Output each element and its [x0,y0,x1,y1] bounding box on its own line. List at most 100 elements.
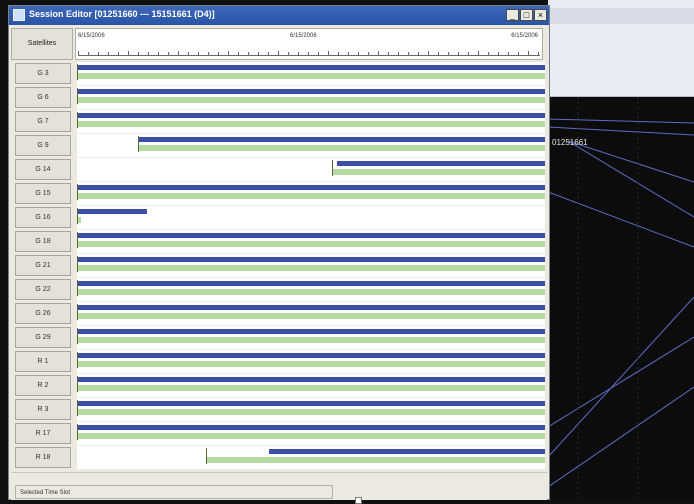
satellite-label[interactable]: G 18 [15,231,71,252]
satellites-column-header[interactable]: Satellites [11,28,73,60]
green-session-bar[interactable] [205,457,545,463]
satellite-label[interactable]: G 6 [15,87,71,108]
table-row[interactable]: R 1 [11,350,545,373]
table-row[interactable]: G 26 [11,302,545,325]
blue-session-bar[interactable] [77,425,545,430]
time-label-mid: 6/15/2006 [290,33,317,39]
satellite-track[interactable] [77,206,545,229]
table-row[interactable]: G 14 [11,158,545,181]
green-session-bar[interactable] [77,409,545,415]
blue-session-bar[interactable] [77,353,545,358]
satellite-label[interactable]: G 14 [15,159,71,180]
blue-session-bar[interactable] [77,401,545,406]
table-row[interactable]: G 21 [11,254,545,277]
green-session-bar[interactable] [77,385,545,391]
satellite-label[interactable]: G 21 [15,255,71,276]
satellite-label[interactable]: G 15 [15,183,71,204]
table-row[interactable]: R 17 [11,422,545,445]
green-session-bar[interactable] [77,121,545,127]
satellite-track[interactable] [77,230,545,253]
satellite-label[interactable]: G 9 [15,135,71,156]
satellite-track[interactable] [77,350,545,373]
table-row[interactable]: G 6 [11,86,545,109]
green-session-bar[interactable] [77,337,545,343]
blue-session-bar[interactable] [77,305,545,310]
satellite-track[interactable] [77,446,545,469]
satellite-track[interactable] [77,374,545,397]
satellite-label[interactable]: R 1 [15,351,71,372]
close-button[interactable]: × [534,9,547,21]
satellite-label[interactable]: R 17 [15,423,71,444]
green-session-bar[interactable] [137,145,545,151]
blue-session-bar[interactable] [77,113,545,118]
blue-session-bar[interactable] [77,281,545,286]
green-session-bar[interactable] [77,265,545,271]
table-row[interactable]: G 15 [11,182,545,205]
satellite-label[interactable]: G 3 [15,63,71,84]
session-editor-window[interactable]: Session Editor [01251660 --- 15151661 (D… [8,5,550,504]
satellite-track[interactable] [77,302,545,325]
ruler-tick [378,51,379,55]
blue-session-bar[interactable] [77,233,545,238]
satellite-track[interactable] [77,134,545,157]
green-session-bar[interactable] [77,193,545,199]
background-plot-lines [548,97,694,500]
satellite-track[interactable] [77,422,545,445]
blue-session-bar[interactable] [77,185,545,190]
blue-session-bar[interactable] [137,137,545,142]
table-row[interactable]: G 18 [11,230,545,253]
satellite-label[interactable]: G 26 [15,303,71,324]
satellite-track[interactable] [77,62,545,85]
option-checkbox[interactable] [355,497,362,504]
minimize-button[interactable]: _ [506,9,519,21]
blue-session-bar[interactable] [77,257,545,262]
satellite-label[interactable]: R 2 [15,375,71,396]
satellite-track[interactable] [77,254,545,277]
satellite-label[interactable]: G 22 [15,279,71,300]
satellite-track[interactable] [77,182,545,205]
blue-session-bar[interactable] [77,377,545,382]
green-session-bar[interactable] [77,361,545,367]
green-session-bar[interactable] [77,241,545,247]
title-bar[interactable]: Session Editor [01251660 --- 15151661 (D… [9,6,549,25]
satellite-label[interactable]: G 7 [15,111,71,132]
table-row[interactable]: G 16 [11,206,545,229]
green-session-bar[interactable] [77,289,545,295]
satellite-label[interactable]: G 16 [15,207,71,228]
green-session-bar[interactable] [332,169,545,175]
table-row[interactable]: G 3 [11,62,545,85]
start-marker [77,232,78,248]
blue-session-bar[interactable] [77,65,545,70]
satellite-label[interactable]: G 29 [15,327,71,348]
satellite-track[interactable] [77,110,545,133]
satellite-track[interactable] [77,86,545,109]
blue-session-bar[interactable] [77,209,148,214]
table-row[interactable]: R 2 [11,374,545,397]
blue-session-bar[interactable] [336,161,545,166]
table-row[interactable]: G 9 [11,134,545,157]
ruler-tick [528,51,529,55]
ruler-tick [398,52,399,55]
green-session-bar[interactable] [77,73,545,79]
blue-session-bar[interactable] [268,449,545,454]
green-session-bar[interactable] [77,433,545,439]
satellite-track[interactable] [77,326,545,349]
table-row[interactable]: G 7 [11,110,545,133]
green-session-bar[interactable] [77,97,545,103]
satellite-label[interactable]: R 18 [15,447,71,468]
satellite-track[interactable] [77,398,545,421]
table-row[interactable]: R 18 [11,446,545,469]
blue-session-bar[interactable] [77,89,545,94]
table-row[interactable]: G 22 [11,278,545,301]
maximize-button[interactable]: □ [520,9,533,21]
blue-session-bar[interactable] [77,329,545,334]
satellite-track[interactable] [77,278,545,301]
green-session-bar[interactable] [77,313,545,319]
satellite-label[interactable]: R 3 [15,399,71,420]
satellite-track[interactable] [77,158,545,181]
ruler-tick [358,52,359,55]
ruler-tick [208,52,209,55]
table-row[interactable]: R 3 [11,398,545,421]
table-row[interactable]: G 29 [11,326,545,349]
ruler-tick [128,51,129,55]
